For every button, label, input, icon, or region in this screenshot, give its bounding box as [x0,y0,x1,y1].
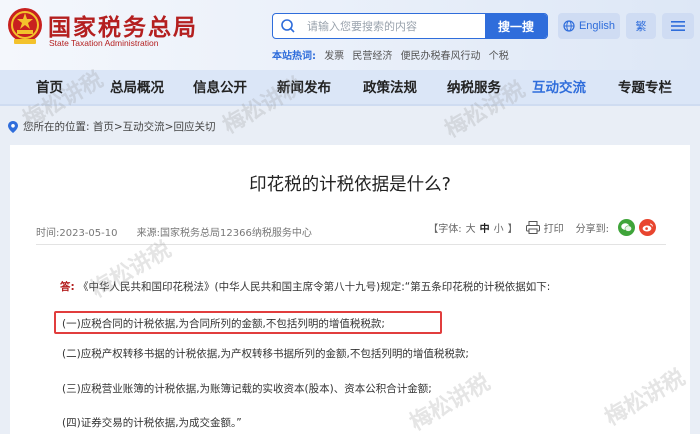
answer-intro: 《中华人民共和国印花税法》(中华人民共和国主席令第八十九号)规定:“第五条印花税… [78,281,551,293]
answer-item: (三)应税营业账簿的计税依据,为账簿记载的实收资本(股本)、资本公积合计金额; [62,383,432,395]
hot-word-link[interactable]: 民营经济 [352,51,392,62]
search-box: 搜一搜 [272,13,548,39]
answer-paragraph: 答: 《中华人民共和国印花税法》(中华人民共和国主席令第八十九号)规定:“第五条… [60,279,550,294]
nav-item-disclosure[interactable]: 信息公开 [193,70,247,106]
nav-item-policy[interactable]: 政策法规 [363,70,417,106]
weibo-share-icon[interactable] [639,219,656,236]
traditional-label: 繁 [635,21,647,33]
nav-item-topics[interactable]: 专题专栏 [618,70,672,106]
highlight-box [54,311,442,334]
article-card: 印花税的计税依据是什么? 时间:2023-05-10 来源:国家税务总局1236… [10,145,690,434]
search-button[interactable]: 搜一搜 [485,14,547,38]
share-label: 分享到: [575,224,609,235]
location-pin-icon [8,120,18,133]
hot-words-label: 本站热词: [272,51,316,62]
font-small-button[interactable]: 小 [494,220,504,235]
article-source: 来源:国家税务总局12366纳税服务中心 [136,228,312,239]
english-label: English [578,20,616,32]
font-large-button[interactable]: 大 [466,220,476,235]
print-button[interactable]: 打印 [544,220,564,235]
printer-icon[interactable] [525,221,540,234]
site-subtitle: State Taxation Administration [49,38,159,48]
answer-label: 答: [60,281,75,293]
national-emblem-icon [8,8,42,44]
answer-item: (二)应税产权转移书据的计税依据,为产权转移书据所列的金额,不包括列明的增值税税… [62,348,469,360]
search-input[interactable] [307,14,467,38]
menu-icon [671,21,685,31]
hot-word-link[interactable]: 便民办税春风行动 [401,51,481,62]
nav-item-home[interactable]: 首页 [36,70,63,106]
nav-item-interaction[interactable]: 互动交流 [532,70,586,106]
traditional-chinese-button[interactable]: 繁 [626,13,656,39]
site-header: 国家税务总局 State Taxation Administration 搜一搜… [0,0,700,70]
more-menu-button[interactable] [662,13,694,39]
nav-item-overview[interactable]: 总局概况 [110,70,164,106]
publish-time: 时间:2023-05-10 [36,228,118,239]
nav-item-service[interactable]: 纳税服务 [447,70,501,106]
font-size-label: 【字体: [428,224,462,235]
font-size-end: 】 [507,224,518,235]
main-nav: 首页 总局概况 信息公开 新闻发布 政策法规 纳税服务 互动交流 专题专栏 [0,70,700,106]
article-title: 印花税的计税依据是什么? [249,175,451,195]
breadcrumb: 您所在的位置: 首页>互动交流>回应关切 [8,119,215,134]
hot-word-link[interactable]: 发票 [324,51,344,62]
hot-word-link[interactable]: 个税 [489,51,509,62]
answer-item: (四)证券交易的计税依据,为成交金额。” [62,417,242,429]
font-medium-button[interactable]: 中 [480,220,490,235]
breadcrumb-text[interactable]: 您所在的位置: 首页>互动交流>回应关切 [23,119,215,134]
article-tools: 【字体: 大 中 小 】 打印 分享到: [428,219,656,236]
search-icon [281,19,295,33]
site-title: 国家税务总局 [48,14,198,41]
article-meta: 时间:2023-05-10 来源:国家税务总局12366纳税服务中心 [36,224,312,239]
meta-divider [36,244,666,245]
globe-icon [563,20,575,32]
english-button[interactable]: English [558,13,620,39]
nav-item-news[interactable]: 新闻发布 [277,70,331,106]
hot-words: 本站热词: 发票 民营经济 便民办税春风行动 个税 [272,47,514,62]
wechat-share-icon[interactable] [618,219,635,236]
